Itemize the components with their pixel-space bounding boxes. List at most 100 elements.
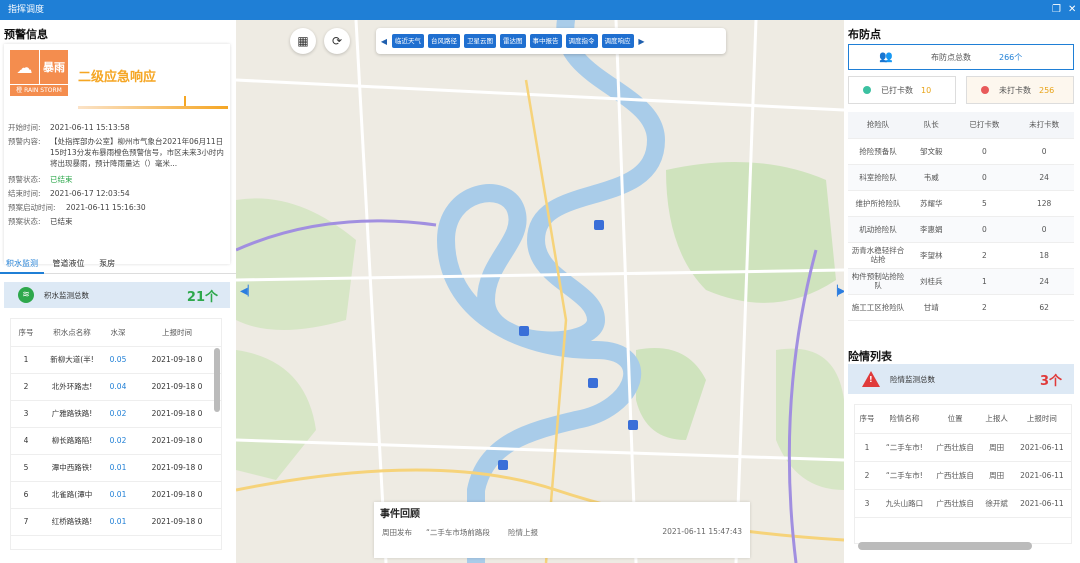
defense-point-marker — [628, 420, 638, 430]
checked-in-card[interactable]: 已打卡数 10 — [848, 76, 956, 104]
table-cell: 周田 — [980, 433, 1013, 462]
table-cell: 2021-09-18 0 — [133, 427, 221, 455]
toolbar-next-icon[interactable]: ▶ — [638, 37, 646, 46]
restore-icon[interactable]: ❐ — [1052, 0, 1061, 20]
table-row[interactable]: 构件预制站抢险队 刘桂兵 1 24 — [848, 268, 1074, 295]
table-cell: 柳长路路陷! — [41, 427, 103, 455]
table-row[interactable]: 沥青水稳轻拌合站抢 李望林 2 18 — [848, 242, 1074, 269]
table-row[interactable]: 3 九头山路口 广西壮族自 徐开斌 2021-06-11 — [855, 489, 1071, 518]
tab-pipe-level[interactable]: 管道液位 — [47, 256, 91, 272]
water-table-scrollbar[interactable] — [214, 348, 220, 412]
tab-pump-room[interactable]: 泵房 — [93, 256, 121, 272]
response-level-marker — [184, 96, 186, 106]
col-header-index: 序号 — [855, 405, 879, 434]
table-row[interactable]: 科室抢险队 韦威 0 24 — [848, 164, 1074, 191]
table-row[interactable]: 维护所抢险队 苏耀华 5 128 — [848, 190, 1074, 217]
toolbar-btn-response[interactable]: 调度响应 — [601, 34, 634, 48]
defense-total-card[interactable]: 👥 布防点总数 266个 — [848, 44, 1074, 70]
badge-level: 橙 — [16, 87, 23, 94]
collapse-left-icon[interactable]: ◀▏ — [240, 286, 255, 297]
table-cell: 沥青水稳轻拌合站抢 — [848, 242, 908, 269]
toolbar-prev-icon[interactable]: ◀ — [380, 37, 388, 46]
event-review-title: 事件回顾 — [380, 509, 420, 520]
table-cell: 24 — [1014, 268, 1074, 295]
right-panel: 布防点 👥 布防点总数 266个 已打卡数 10 未打卡数 256 抢险队 队长… — [844, 20, 1080, 563]
toolbar-btn-typhoon[interactable]: 台风路径 — [428, 34, 460, 48]
table-row[interactable]: 5 潭中西路铁! 0.01 2021-09-18 0 — [11, 454, 221, 482]
table-cell: 0.05 — [103, 346, 133, 374]
checked-dot-icon — [863, 86, 871, 94]
table-cell: 6 — [11, 481, 41, 509]
event-review-box: 事件回顾 周田发布 “二手车市场前路段 险情上报 2021-06-11 15:4… — [374, 502, 750, 558]
warning-card: ☁ 暴雨 橙 RAIN STORM 二级应急响应 开始时间: 2021-06-11… — [4, 44, 230, 264]
toolbar-btn-nowcast[interactable]: 临近天气 — [392, 34, 424, 48]
collapse-right-icon[interactable]: ▕▶ — [830, 286, 844, 297]
table-row[interactable]: 1 “二手车市! 广西壮族自 周田 2021-06-11 — [855, 433, 1071, 462]
warning-triangle-icon: ! — [862, 371, 880, 387]
table-cell: 0.01 — [103, 481, 133, 509]
close-icon[interactable]: ✕ — [1068, 0, 1076, 20]
table-row[interactable]: 7 红桥路铁路! 0.01 2021-09-18 0 — [11, 508, 221, 536]
table-cell: 0 — [1014, 216, 1074, 243]
table-row[interactable]: 机动抢险队 李惠娟 0 0 — [848, 216, 1074, 243]
city-map[interactable]: ▦ ⟳ ◀ 临近天气 台风路径 卫星云图 雷达图 事中报告 调度指令 调度响应 … — [236, 20, 844, 563]
table-row[interactable]: 4 柳长路路陷! 0.02 2021-09-18 0 — [11, 427, 221, 455]
event-row[interactable]: 周田发布 “二手车市场前路段 险情上报 2021-06-11 15:47:43 — [374, 523, 750, 542]
col-header-location: 位置 — [929, 405, 981, 434]
table-cell: 2021-09-18 0 — [133, 400, 221, 428]
table-cell: 18 — [1014, 242, 1074, 269]
table-cell: 1 — [855, 433, 879, 462]
defense-point-marker — [519, 326, 529, 336]
table-header-row: 序号 积水点名称 水深 上报时间 — [11, 319, 221, 347]
toolbar-btn-command[interactable]: 调度指令 — [565, 34, 598, 48]
defense-total-label: 布防点总数 — [931, 52, 971, 62]
response-level-bar — [78, 106, 228, 109]
info-row-start: 开始时间: 2021-06-11 15:13:58 — [8, 123, 130, 132]
col-header-depth: 水深 — [103, 319, 133, 347]
table-row[interactable]: 抢险预备队 邹文毅 0 0 — [848, 138, 1074, 165]
danger-table: 序号 险情名称 位置 上报人 上报时间 1 “二手车市! 广西壮族自 周田 2021-0… — [854, 404, 1072, 544]
table-cell: 李惠娟 — [908, 216, 955, 243]
table-cell: 施工工区抢险队 — [848, 294, 908, 321]
water-summary: ≋ 积水监测总数 21个 — [4, 282, 230, 308]
table-cell: 24 — [1014, 164, 1074, 191]
col-header-leader: 队长 — [908, 112, 955, 139]
table-cell: 2021-06-11 — [1012, 433, 1071, 462]
toolbar-btn-report[interactable]: 事中报告 — [529, 34, 562, 48]
unchecked-dot-icon — [981, 86, 989, 94]
rainstorm-badge: ☁ 暴雨 橙 RAIN STORM — [10, 50, 68, 96]
not-checked-in-label: 未打卡数 — [999, 85, 1031, 95]
table-row[interactable]: 6 北雀路(潭中 0.01 2021-09-18 0 — [11, 481, 221, 509]
table-row[interactable]: 3 广雅路铁路! 0.02 2021-09-18 0 — [11, 400, 221, 428]
danger-summary-count: 3个 — [1039, 373, 1062, 389]
refresh-icon[interactable]: ⟳ — [324, 28, 350, 54]
table-cell: 广雅路铁路! — [41, 400, 103, 428]
danger-table-scrollbar[interactable] — [858, 542, 1032, 550]
grid-menu-icon[interactable]: ▦ — [290, 28, 316, 54]
tab-water-monitoring[interactable]: 积水监测 — [0, 256, 44, 274]
table-header-row: 抢险队 队长 已打卡数 未打卡数 — [848, 112, 1074, 139]
table-cell: 邹文毅 — [908, 138, 955, 165]
table-cell: 62 — [1014, 294, 1074, 321]
table-cell: 3 — [11, 400, 41, 428]
window-title: 指挥调度 — [8, 5, 45, 15]
toolbar-btn-radar[interactable]: 雷达图 — [500, 34, 526, 48]
col-header-time: 上报时间 — [133, 319, 221, 347]
danger-summary-label: 险情监测总数 — [890, 374, 935, 384]
table-cell: “二手车市! — [879, 433, 930, 462]
map-canvas — [236, 20, 844, 563]
table-cell: 2 — [11, 373, 41, 401]
table-row[interactable]: 2 “二手车市! 广西壮族自 周田 2021-06-11 — [855, 461, 1071, 490]
table-row[interactable]: 2 北外环路志! 0.04 2021-09-18 0 — [11, 373, 221, 401]
table-row[interactable]: 施工工区抢险队 甘靖 2 62 — [848, 294, 1074, 321]
table-cell: 新柳大道(半! — [41, 346, 103, 374]
not-checked-in-card[interactable]: 未打卡数 256 — [966, 76, 1074, 104]
monitor-tabs: 积水监测 管道液位 泵房 — [0, 256, 236, 274]
water-monitor-icon: ≋ — [18, 287, 34, 303]
toolbar-btn-satellite[interactable]: 卫星云图 — [464, 34, 496, 48]
table-row[interactable]: 1 新柳大道(半! 0.05 2021-09-18 0 — [11, 346, 221, 374]
defense-point-marker — [588, 378, 598, 388]
table-cell: 0.01 — [103, 454, 133, 482]
table-cell: 0 — [954, 216, 1015, 243]
table-cell: 北外环路志! — [41, 373, 103, 401]
